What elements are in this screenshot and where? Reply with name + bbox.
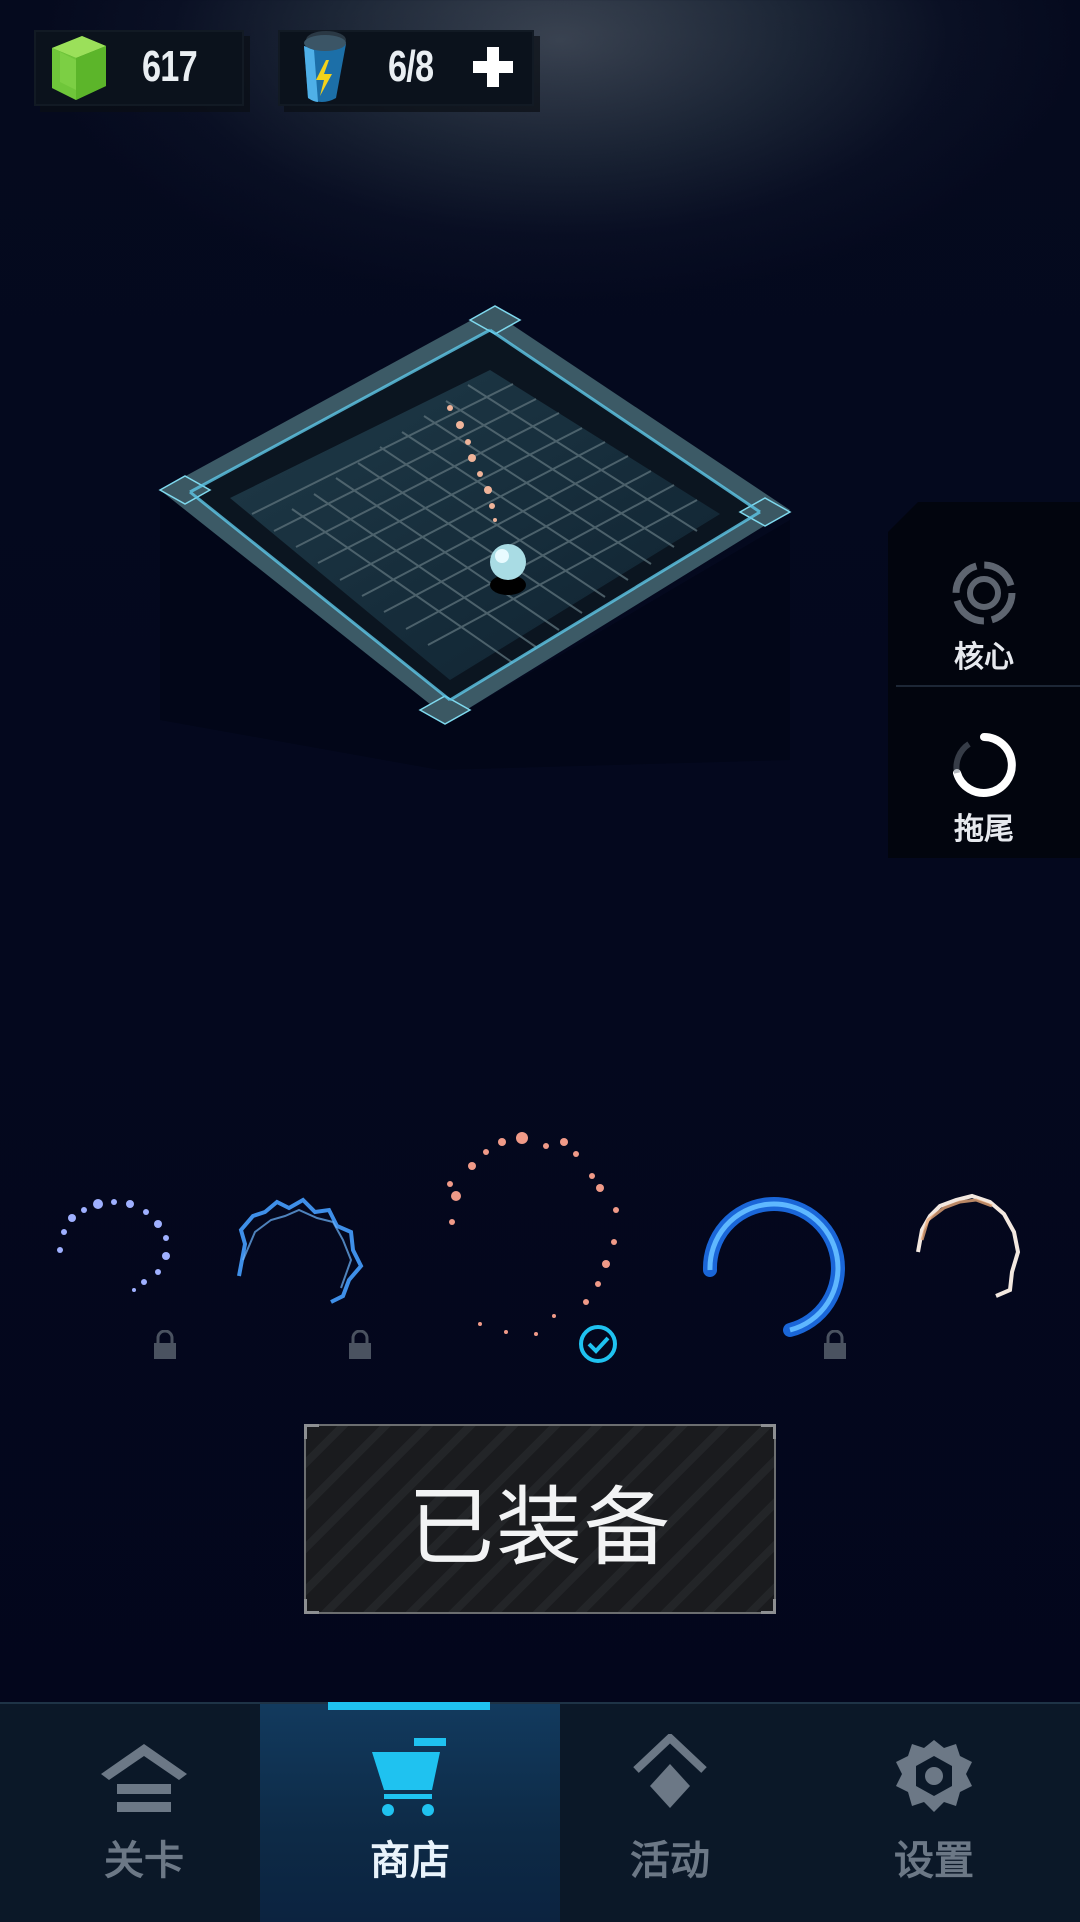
sparkle-trail-preview (57, 1199, 170, 1292)
core-ring-icon (952, 561, 1016, 625)
bottom-nav: 关卡 商店 活动 设置 (0, 1702, 1080, 1922)
trail-option-flame[interactable] (900, 1120, 1080, 1360)
activity-diamond-icon (633, 1734, 707, 1808)
energy-battery-icon (304, 31, 346, 102)
neon-ring-trail-preview (702, 1197, 845, 1337)
lightning-trail-preview (237, 1197, 364, 1304)
green-gem-icon (52, 36, 106, 100)
equipped-check-icon (579, 1325, 617, 1363)
level-home-icon (101, 1744, 187, 1812)
trail-option-lightning[interactable] (225, 1120, 405, 1360)
lock-icon (154, 1330, 176, 1359)
shop-cart-icon (372, 1738, 446, 1816)
button-corner (304, 1424, 319, 1439)
gems-value: 617 (142, 42, 198, 91)
gems-counter: 617 (34, 30, 244, 106)
tab-settings[interactable]: 设置 (804, 1704, 1064, 1922)
settings-gear-icon (896, 1740, 972, 1812)
energy-value: 6/8 (388, 42, 434, 91)
flame-trail-preview (916, 1193, 1021, 1298)
equip-button[interactable]: 已装备 (304, 1424, 776, 1614)
ember-trail-preview (447, 1132, 619, 1336)
lock-icon (349, 1330, 371, 1359)
item-category-panel: 核心 拖尾 (888, 502, 1080, 858)
tab-shop-label: 商店 (370, 1838, 450, 1884)
category-trail[interactable]: 拖尾 (888, 730, 1080, 848)
lock-icon (824, 1330, 846, 1359)
button-corner (761, 1424, 776, 1439)
category-core-label: 核心 (954, 640, 1014, 675)
equip-button-label: 已装备 (408, 1477, 672, 1578)
button-corner (304, 1599, 319, 1614)
trail-option-ember[interactable] (436, 1120, 666, 1363)
tab-activity-label: 活动 (630, 1838, 710, 1884)
panel-divider (896, 685, 1080, 687)
category-trail-label: 拖尾 (954, 812, 1014, 847)
tab-levels-label: 关卡 (104, 1838, 184, 1884)
button-corner (761, 1599, 776, 1614)
background-shade (0, 0, 1080, 1920)
tab-settings-label: 设置 (894, 1838, 974, 1884)
tab-levels[interactable]: 关卡 (14, 1704, 274, 1922)
trail-option-neon-ring[interactable] (700, 1120, 880, 1360)
trail-option-sparkle[interactable] (40, 1120, 220, 1360)
active-tab-indicator (328, 1702, 490, 1710)
tab-activity[interactable]: 活动 (540, 1704, 800, 1922)
trail-ring-icon (953, 733, 1016, 797)
tab-shop[interactable]: 商店 (260, 1704, 560, 1922)
game-board (158, 305, 792, 770)
energy-counter: 6/8 (278, 30, 534, 106)
category-core[interactable]: 核心 (888, 558, 1080, 676)
plus-icon[interactable] (470, 44, 516, 90)
